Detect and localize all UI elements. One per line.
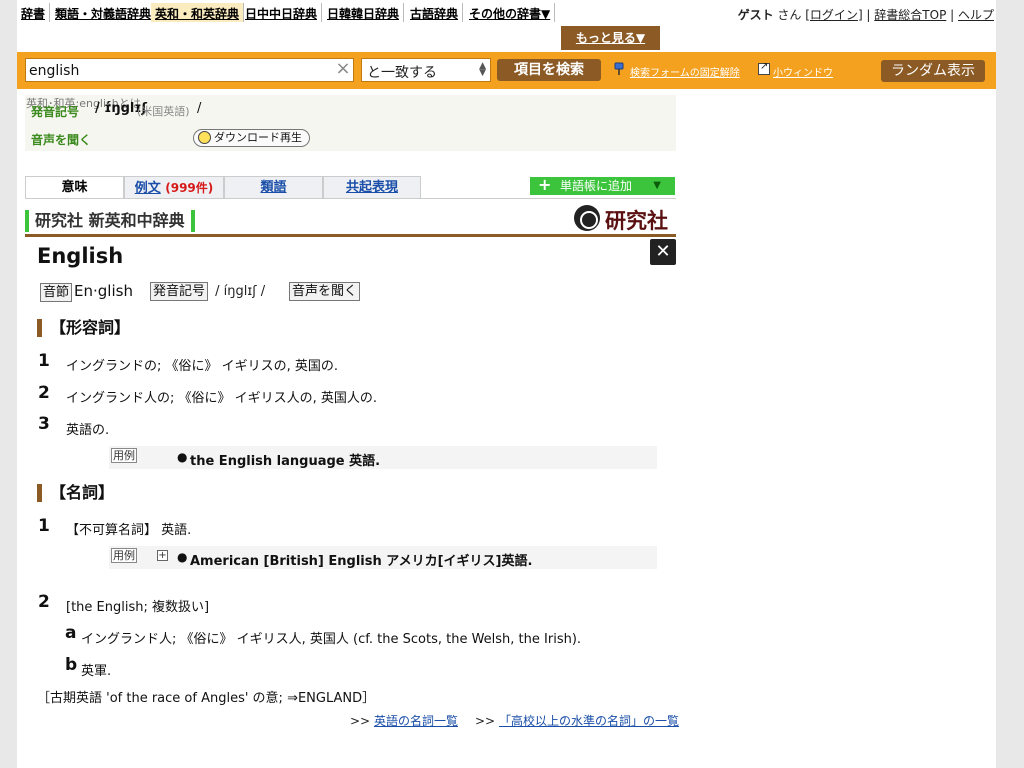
adj-example-text: the English language 英語. (190, 454, 381, 469)
search-button[interactable]: 項目を検索 (497, 59, 601, 81)
publisher-seal-icon (574, 205, 600, 231)
english-nouns-list-link[interactable]: 英語の名詞一覧 (374, 714, 458, 728)
download-play-button[interactable]: ダウンロード再生 (193, 129, 310, 147)
adj-def-3: 英語の. (66, 423, 110, 438)
clear-icon[interactable]: × (335, 60, 351, 78)
noun-def-number-1: 1 (38, 516, 50, 536)
nav-item-classical[interactable]: 古語辞典 (406, 3, 464, 22)
login-link[interactable]: ログイン (810, 8, 858, 22)
adj-def-number-1: 1 (38, 351, 50, 371)
noun-example-text: American [British] English アメリカ[イギリス]英語. (190, 554, 533, 569)
dropdown-arrow-icon: ▼ (653, 180, 661, 191)
tab-synonyms[interactable]: 類語 (224, 176, 323, 199)
nav-item-other-dictionaries[interactable]: その他の辞書▼ (465, 3, 556, 22)
match-mode-value: と一致する (367, 65, 437, 81)
select-arrows-icon: ▲ ▼ (479, 61, 486, 78)
expand-icon[interactable]: + (157, 550, 168, 561)
sub-sense-a: イングランド人; 《俗に》 イギリス人, 英国人 (cf. the Scots,… (81, 632, 582, 647)
bullet-icon: ● (177, 550, 188, 564)
publisher-logo: 研究社 (574, 204, 674, 234)
small-window-link[interactable]: 小ウィンドウ (773, 64, 833, 79)
pin-icon[interactable] (612, 62, 626, 76)
examples-count: (999件) (165, 181, 214, 195)
entry-phonetic-label: 発音記号 (150, 282, 209, 301)
related-link-row-1: >> 英語の名詞一覧 (350, 712, 458, 729)
region-label: (米国英語) (137, 105, 190, 118)
link-prefix: >> (350, 714, 374, 728)
help-link[interactable]: ヘルプ (958, 8, 994, 22)
nav-item-dictionary[interactable]: 辞書 (17, 3, 51, 22)
dictionary-top-link[interactable]: 辞書総合TOP (874, 8, 946, 22)
entry-listen-button[interactable]: 音声を聞く (289, 282, 361, 301)
page: 辞書 類語・対義語辞典 英和・和英辞典 日中中日辞典 日韓韓日辞典 古語辞典 そ… (17, 0, 996, 768)
sep-1: ] | (857, 8, 875, 22)
sub-sense-b: 英軍. (81, 664, 112, 679)
noun-section-heading: 【名詞】 (37, 484, 114, 502)
publisher-name: 研究社 (605, 209, 668, 233)
adj-def-number-2: 2 (38, 383, 50, 403)
adj-def-1: イングランドの; 《俗に》 イギリスの, 英国の. (66, 359, 339, 374)
add-to-wordbook-label: 単語帳に追加 (560, 179, 633, 193)
nav-item-japanese-korean[interactable]: 日韓韓日辞典 (323, 3, 405, 22)
dictionary-title: 研究社 新英和中辞典 (25, 210, 195, 232)
top-nav: 辞書 類語・対義語辞典 英和・和英辞典 日中中日辞典 日韓韓日辞典 古語辞典 そ… (17, 0, 996, 25)
entry-phonetic-value: / íŋglɪʃ / (215, 284, 266, 299)
random-button[interactable]: ランダム表示 (881, 60, 985, 82)
noun-example-label: 用例 (111, 548, 137, 563)
sub-sense-letter-a: a (65, 623, 77, 643)
listen-label: 音声を聞く (31, 133, 92, 147)
tab-collocations[interactable]: 共起表現 (323, 176, 421, 199)
bullet-icon: ● (177, 450, 188, 464)
search-bar: × と一致する ▲▼ 項目を検索 検索フォームの固定解除 小ウィンドウ ランダム… (17, 52, 996, 89)
noun-def-number-2: 2 (38, 592, 50, 612)
download-play-label: ダウンロード再生 (214, 131, 302, 144)
user-san: さん [ (773, 8, 810, 22)
phonetic-label: 発音記号 (31, 105, 80, 119)
adj-example-label: 用例 (111, 448, 137, 463)
syllable-value: En·glish (74, 282, 133, 300)
more-button[interactable]: もっと見る▼ (561, 26, 660, 50)
syllable-label: 音節 (40, 283, 73, 302)
close-icon[interactable]: ✕ (650, 239, 676, 265)
etymology: ［古期英語 'of the race of Angles' の意; ⇒ENGLA… (37, 691, 376, 706)
search-input[interactable] (25, 58, 354, 82)
tab-divider (25, 198, 676, 199)
advanced-nouns-list-link[interactable]: 「高校以上の水準の名詞」の一覧 (499, 714, 679, 728)
adjective-section-heading: 【形容詞】 (37, 319, 130, 337)
sub-sense-letter-b: b (65, 655, 78, 675)
speaker-icon (198, 131, 211, 144)
nav-item-japanese-chinese[interactable]: 日中中日辞典 (241, 3, 323, 22)
phonetic-end: / (197, 101, 202, 116)
nav-item-english-japanese[interactable]: 英和・和英辞典 (151, 3, 245, 22)
headword: English (37, 244, 124, 268)
dictionary-rule (25, 234, 676, 237)
adj-def-2: イングランド人の; 《俗に》 イギリス人の, 英国人の. (66, 391, 378, 406)
nav-item-thesaurus[interactable]: 類語・対義語辞典 (51, 3, 157, 22)
add-to-wordbook-button[interactable]: + 単語帳に追加 ▼ (530, 175, 675, 195)
related-link-row-2: >> 「高校以上の水準の名詞」の一覧 (475, 712, 679, 729)
noun-def-2: [the English; 複数扱い] (66, 600, 210, 615)
entry-phonetic-row: 発音記号 / íŋglɪʃ / (150, 282, 265, 301)
match-mode-select[interactable]: と一致する ▲ ▼ (361, 58, 491, 82)
adj-def-number-3: 3 (38, 414, 50, 434)
sep-2: | (946, 8, 958, 22)
user-guest: ゲスト (737, 8, 774, 22)
syllable-row: 音節 En·glish (40, 282, 133, 302)
tab-meaning[interactable]: 意味 (25, 176, 124, 199)
user-area: ゲスト さん [ログイン] | 辞書総合TOP | ヘルプ (738, 6, 994, 23)
link-prefix: >> (475, 714, 499, 728)
small-window-icon[interactable] (758, 61, 770, 75)
plus-icon: + (538, 175, 552, 194)
noun-def-1: 【不可算名詞】 英語. (66, 523, 192, 538)
unpin-search-form-link[interactable]: 検索フォームの固定解除 (630, 64, 740, 79)
tab-examples[interactable]: 例文 (999件) (124, 176, 224, 199)
